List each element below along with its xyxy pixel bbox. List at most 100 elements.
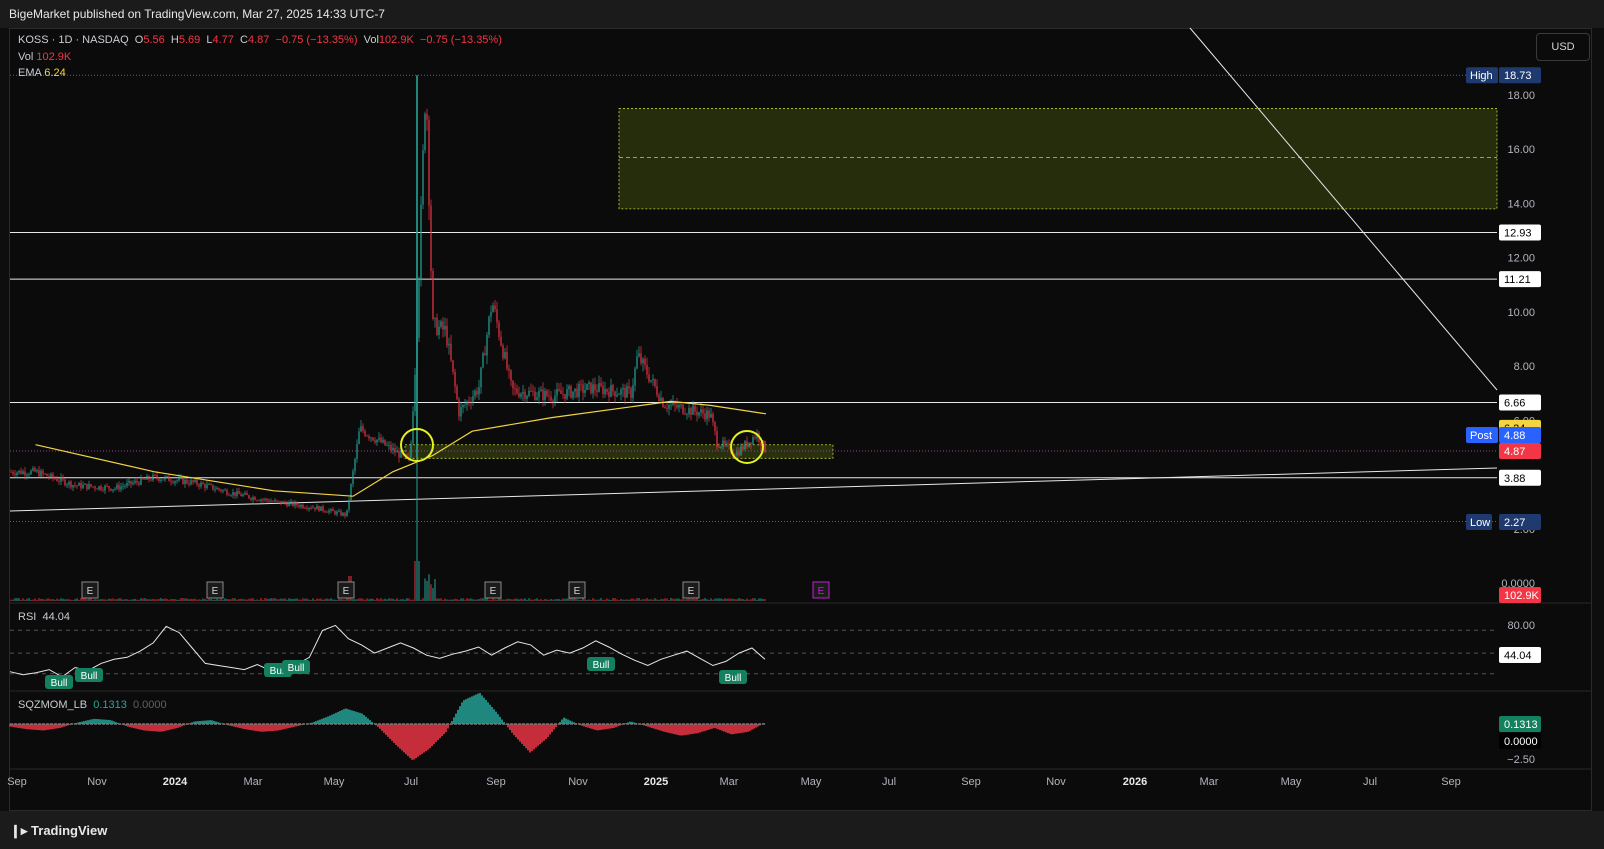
volume-bar	[118, 598, 120, 601]
candle-body	[656, 386, 658, 396]
sqzmom-bar	[269, 724, 271, 732]
candle-body	[418, 280, 420, 338]
volume-bar	[638, 598, 640, 601]
volume-bar	[706, 599, 708, 601]
x-axis-tick: 2025	[644, 776, 668, 788]
volume-bar	[234, 598, 236, 601]
high-label: H	[170, 34, 179, 46]
volume-bar	[370, 598, 372, 601]
volume-bar	[330, 598, 332, 601]
volume-bar	[426, 580, 428, 601]
candle-body	[394, 447, 396, 453]
candle-body	[584, 390, 586, 393]
candle-body	[330, 509, 332, 511]
candle-body	[232, 492, 234, 496]
sqzmom-bar	[725, 724, 727, 733]
candle-body	[182, 477, 184, 485]
volume-bar	[434, 578, 436, 601]
volume-bar	[626, 599, 628, 601]
volume-bar	[312, 598, 314, 601]
candle-body	[468, 401, 470, 403]
sqzmom-bar	[247, 724, 249, 730]
volume-bar	[22, 598, 24, 601]
volume-bar	[224, 598, 226, 601]
chart-svg[interactable]: EEEEEEE BullBull Bull Bull BullBull Sep Nov 2…	[0, 0, 1604, 849]
volume-bar	[600, 598, 602, 601]
volume-bar	[556, 599, 558, 601]
candle-body	[52, 473, 54, 478]
sqzmom-bar	[681, 724, 683, 736]
volume-bar	[596, 599, 598, 601]
volume-bar	[230, 599, 232, 601]
candle-body	[458, 399, 460, 417]
sqzmom-legend[interactable]: SQZMOM_LB 0.1313 0.0000	[18, 699, 167, 711]
candle-body	[492, 305, 494, 313]
sqzmom-bar	[347, 709, 349, 724]
volume-bar	[344, 599, 346, 601]
currency-button[interactable]: USD	[1536, 33, 1590, 61]
sqzmom-bar	[339, 710, 341, 724]
volume-bar	[12, 599, 14, 601]
candle-body	[544, 390, 546, 400]
volume-bar	[396, 598, 398, 601]
sqzmom-value-label: 0.1313	[1504, 719, 1538, 731]
volume-bar	[160, 598, 162, 601]
sqzmom-bar	[363, 715, 365, 724]
candle-body	[186, 479, 188, 484]
volume-bar	[392, 598, 394, 601]
volume-bar	[306, 598, 308, 601]
volume-bar	[220, 598, 222, 601]
sqzmom-bar	[497, 714, 499, 724]
volume-bar	[192, 598, 194, 601]
volume-bar	[650, 599, 652, 601]
candle-body	[70, 481, 72, 488]
sqzmom-bar	[355, 711, 357, 724]
candle-body	[150, 479, 152, 481]
rsi-legend[interactable]: RSI 44.04	[18, 611, 70, 623]
volume-bar	[278, 599, 280, 601]
sqzmom-bar	[695, 724, 697, 734]
candle-body	[392, 447, 394, 451]
candle-body	[652, 378, 654, 381]
ema-legend[interactable]: EMA 6.24	[18, 67, 66, 79]
volume-bar	[106, 599, 108, 601]
candle-body	[218, 488, 220, 490]
change-value: −0.75 (−13.35%)	[275, 34, 358, 46]
earnings-marker-label: E	[343, 586, 350, 597]
candle-body	[338, 511, 340, 512]
volume-bar	[752, 598, 754, 601]
sqzmom-bar	[479, 693, 481, 724]
volume-legend[interactable]: Vol 102.9K	[18, 51, 71, 63]
volume-bar	[730, 598, 732, 601]
sqzmom-bar	[475, 694, 477, 724]
tradingview-logo[interactable]: ❙▸ TradingView	[10, 823, 107, 839]
candle-body	[336, 511, 338, 515]
volume-bar	[356, 599, 358, 601]
volume-bar	[302, 598, 304, 601]
candle-body	[738, 451, 740, 456]
symbol-label[interactable]: KOSS · 1D · NASDAQ	[18, 34, 129, 46]
sqzmom-bar	[159, 724, 161, 732]
candle-body	[460, 407, 462, 417]
candle-body	[314, 507, 316, 510]
volume-bar	[340, 599, 342, 601]
close-value: 4.87	[248, 34, 270, 46]
sqzmom-bar	[547, 724, 549, 737]
candle-body	[432, 270, 434, 319]
volume-bar	[300, 599, 302, 601]
candle-body	[268, 500, 270, 503]
volume-bar	[428, 574, 430, 601]
volume-bar	[528, 598, 530, 601]
volume-bar	[10, 599, 12, 601]
price-axis-tick: 14.00	[1507, 198, 1535, 210]
candle-body	[688, 407, 690, 415]
volume-bar	[238, 599, 240, 601]
candle-body	[548, 395, 550, 397]
volume-bar	[212, 599, 214, 601]
sqzmom-bar	[495, 711, 497, 724]
candle-body	[754, 437, 756, 439]
sqzmom-bar	[687, 724, 689, 735]
volume-bar	[294, 598, 296, 601]
candle-body	[358, 431, 360, 445]
sqzmom-bar	[153, 724, 155, 732]
